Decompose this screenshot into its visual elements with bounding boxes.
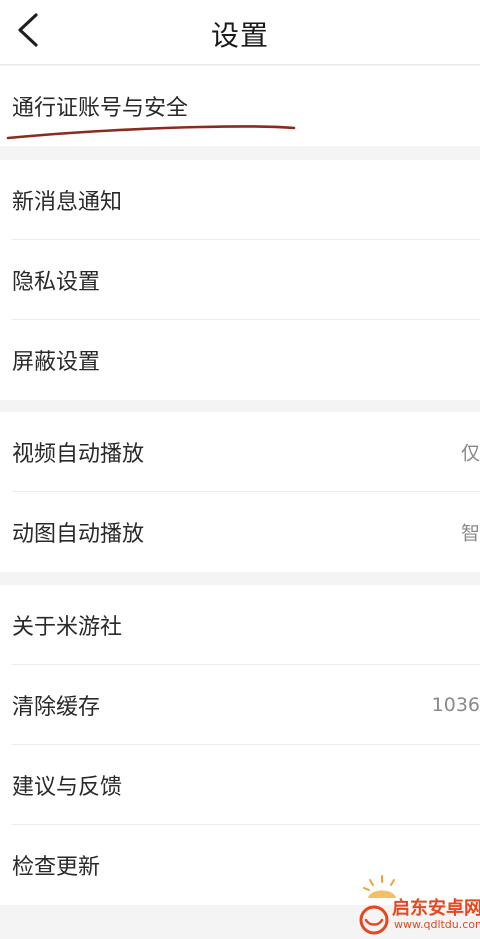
settings-item-clear-cache[interactable]: 清除缓存 1036 bbox=[0, 665, 480, 745]
settings-group-notifications: 新消息通知 隐私设置 屏蔽设置 bbox=[0, 160, 480, 400]
settings-item-label: 检查更新 bbox=[12, 855, 101, 880]
page-title: 设置 bbox=[210, 19, 269, 52]
site-watermark: 启东安卓网 www.qdltdu.com bbox=[352, 866, 480, 939]
settings-item-label: 清除缓存 bbox=[12, 695, 101, 720]
settings-item-label: 视频自动播放 bbox=[12, 442, 145, 467]
settings-item-about[interactable]: 关于米游社 bbox=[0, 585, 480, 665]
handwritten-underline-annotation bbox=[6, 125, 296, 140]
settings-item-label: 新消息通知 bbox=[12, 190, 123, 215]
header-bar: 设置 bbox=[0, 0, 480, 65]
settings-item-label: 隐私设置 bbox=[12, 270, 101, 295]
watermark-logo-icon bbox=[359, 875, 396, 935]
settings-group-about: 关于米游社 清除缓存 1036 建议与反馈 检查更新 bbox=[0, 585, 480, 905]
settings-item-label: 动图自动播放 bbox=[12, 522, 145, 547]
settings-item-label: 关于米游社 bbox=[12, 615, 123, 640]
settings-item-value: 1036 bbox=[431, 694, 480, 716]
settings-item-block[interactable]: 屏蔽设置 bbox=[0, 320, 480, 400]
settings-item-value: 仅 bbox=[460, 442, 480, 465]
watermark-name: 启东安卓网 bbox=[392, 898, 480, 919]
watermark-url: www.qdltdu.com bbox=[394, 918, 480, 931]
settings-item-video-autoplay[interactable]: 视频自动播放 仅 bbox=[0, 412, 480, 492]
settings-item-label: 屏蔽设置 bbox=[12, 350, 101, 375]
settings-item-value: 智 bbox=[460, 522, 480, 545]
settings-item-label: 建议与反馈 bbox=[12, 775, 123, 800]
settings-group-autoplay: 视频自动播放 仅 动图自动播放 智 bbox=[0, 412, 480, 572]
settings-page: 设置 通行证账号与安全 新消息通知 隐私设置 屏蔽设置 视频自动播放 仅 动图自… bbox=[0, 0, 480, 939]
settings-item-privacy[interactable]: 隐私设置 bbox=[0, 240, 480, 320]
settings-item-gif-autoplay[interactable]: 动图自动播放 智 bbox=[0, 492, 480, 572]
settings-item-feedback[interactable]: 建议与反馈 bbox=[0, 745, 480, 825]
settings-item-new-message-notify[interactable]: 新消息通知 bbox=[0, 160, 480, 240]
